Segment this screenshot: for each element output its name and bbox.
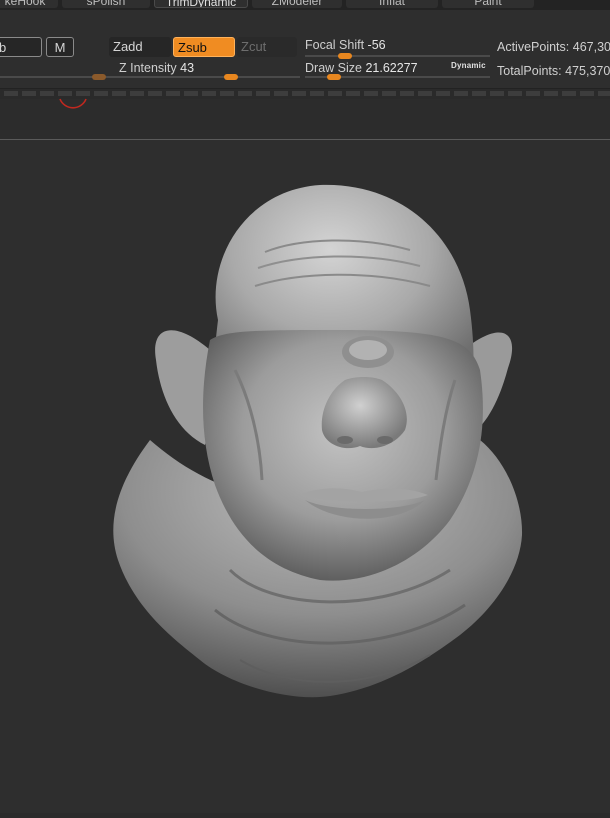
divider-tick	[436, 91, 450, 96]
divider-tick	[472, 91, 486, 96]
shelf-strip	[0, 98, 610, 140]
divider-tick	[238, 91, 252, 96]
brush-tab-inflat[interactable]: Inflat	[346, 0, 438, 8]
focal-shift-track[interactable]	[305, 55, 490, 57]
divider-tick	[184, 91, 198, 96]
draw-size-label: Draw Size	[305, 61, 362, 75]
zcut-button[interactable]: Zcut	[237, 37, 297, 57]
divider-tick	[598, 91, 610, 96]
brush-tab-snakehook[interactable]: keHook	[0, 0, 58, 8]
focal-shift-slider[interactable]: Focal Shift -56	[305, 38, 386, 52]
divider-tick	[364, 91, 378, 96]
divider-tick	[220, 91, 234, 96]
divider-tick	[22, 91, 36, 96]
total-points-label: TotalPoints:	[497, 64, 562, 78]
active-points-label: ActivePoints:	[497, 40, 570, 54]
divider-tick	[148, 91, 162, 96]
divider-tick	[310, 91, 324, 96]
divider-tick	[202, 91, 216, 96]
rgb-button[interactable]: b	[0, 37, 42, 57]
viewport-canvas[interactable]	[0, 140, 610, 813]
divider-tick	[256, 91, 270, 96]
divider-tick	[508, 91, 522, 96]
model-eye-lid	[349, 340, 387, 360]
focal-shift-value: -56	[367, 38, 386, 52]
total-points-value: 475,370	[565, 64, 610, 78]
z-intensity-thumb[interactable]	[224, 74, 238, 80]
divider-tick	[454, 91, 468, 96]
zadd-button[interactable]: Zadd	[109, 37, 171, 57]
divider-tick	[292, 91, 306, 96]
divider-tick	[544, 91, 558, 96]
draw-size-slider[interactable]: Draw Size 21.62277	[305, 61, 418, 75]
divider-tick	[40, 91, 54, 96]
dynamic-toggle[interactable]: Dynamic	[451, 61, 486, 70]
brush-tab-zmodeler[interactable]: ZModeler	[252, 0, 342, 8]
m-button[interactable]: M	[46, 37, 74, 57]
brush-tab-spolish[interactable]: sPolish	[62, 0, 150, 8]
zsub-button[interactable]: Zsub	[173, 37, 235, 57]
brush-tab-paint[interactable]: Paint	[442, 0, 534, 8]
divider-tick	[346, 91, 360, 96]
top-toolbar: b M Zadd Zsub Zcut Z Intensity 43 Focal …	[0, 10, 610, 88]
active-points-readout: ActivePoints: 467,30	[497, 40, 610, 54]
draw-size-thumb[interactable]	[327, 74, 341, 80]
total-points-readout: TotalPoints: 475,370	[497, 64, 610, 78]
sculpted-head-model	[113, 184, 523, 698]
divider-tick	[526, 91, 540, 96]
brush-tab-trimdynamic[interactable]: TrimDynamic	[154, 0, 248, 8]
divider-tick	[490, 91, 504, 96]
z-intensity-label: Z Intensity	[119, 61, 177, 75]
focal-shift-thumb[interactable]	[338, 53, 352, 59]
divider-tick	[130, 91, 144, 96]
divider-tick	[94, 91, 108, 96]
z-intensity-value: 43	[180, 61, 195, 75]
divider-tick	[400, 91, 414, 96]
draw-size-value: 21.62277	[365, 61, 418, 75]
z-intensity-slider[interactable]: Z Intensity 43	[119, 61, 194, 75]
nostril-right	[377, 436, 393, 444]
divider-tick	[112, 91, 126, 96]
divider-tick	[328, 91, 342, 96]
divider-tick	[166, 91, 180, 96]
divider-tick	[562, 91, 576, 96]
rgb-intensity-thumb[interactable]	[92, 74, 106, 80]
brush-cursor-icon	[59, 98, 87, 109]
divider-tick	[382, 91, 396, 96]
divider-tick	[274, 91, 288, 96]
nostril-left	[337, 436, 353, 444]
divider-tick	[418, 91, 432, 96]
z-intensity-track[interactable]	[110, 76, 300, 78]
active-points-value: 467,30	[572, 40, 610, 54]
divider-tick	[4, 91, 18, 96]
focal-shift-label: Focal Shift	[305, 38, 365, 52]
divider-tick	[580, 91, 594, 96]
